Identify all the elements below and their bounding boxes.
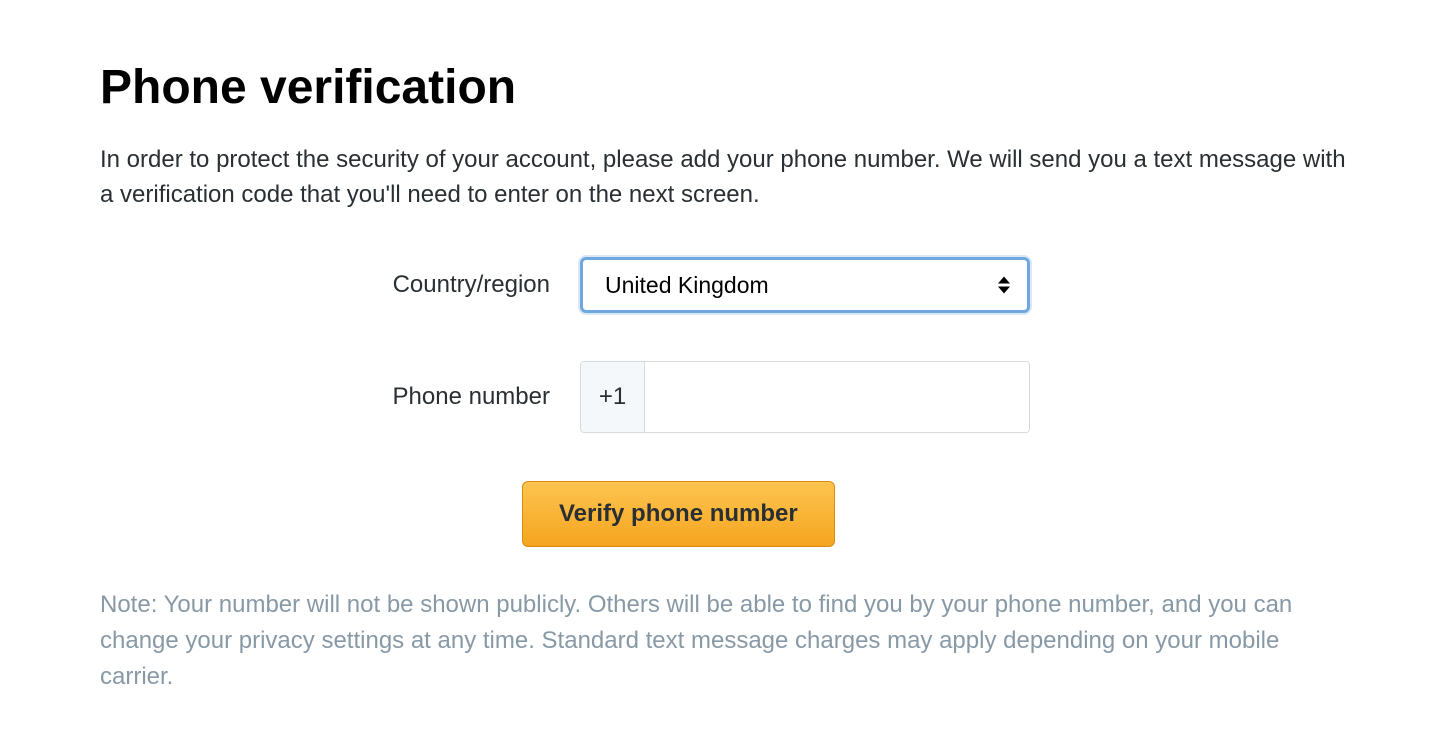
phone-row: Phone number +1 — [100, 361, 1350, 433]
country-select[interactable]: United Kingdom — [580, 257, 1030, 313]
phone-verification-form: Phone verification In order to protect t… — [100, 60, 1350, 695]
page-description: In order to protect the security of your… — [100, 143, 1350, 213]
country-select-wrapper: United Kingdom — [580, 257, 1030, 313]
country-row: Country/region United Kingdom — [100, 257, 1350, 313]
privacy-note: Note: Your number will not be shown publ… — [100, 587, 1350, 695]
phone-prefix: +1 — [581, 362, 645, 432]
phone-input[interactable] — [645, 362, 1029, 432]
page-title: Phone verification — [100, 60, 1350, 115]
phone-input-wrapper: +1 — [580, 361, 1030, 433]
country-label: Country/region — [100, 271, 580, 299]
phone-label: Phone number — [100, 383, 580, 411]
verify-phone-button[interactable]: Verify phone number — [522, 481, 835, 547]
